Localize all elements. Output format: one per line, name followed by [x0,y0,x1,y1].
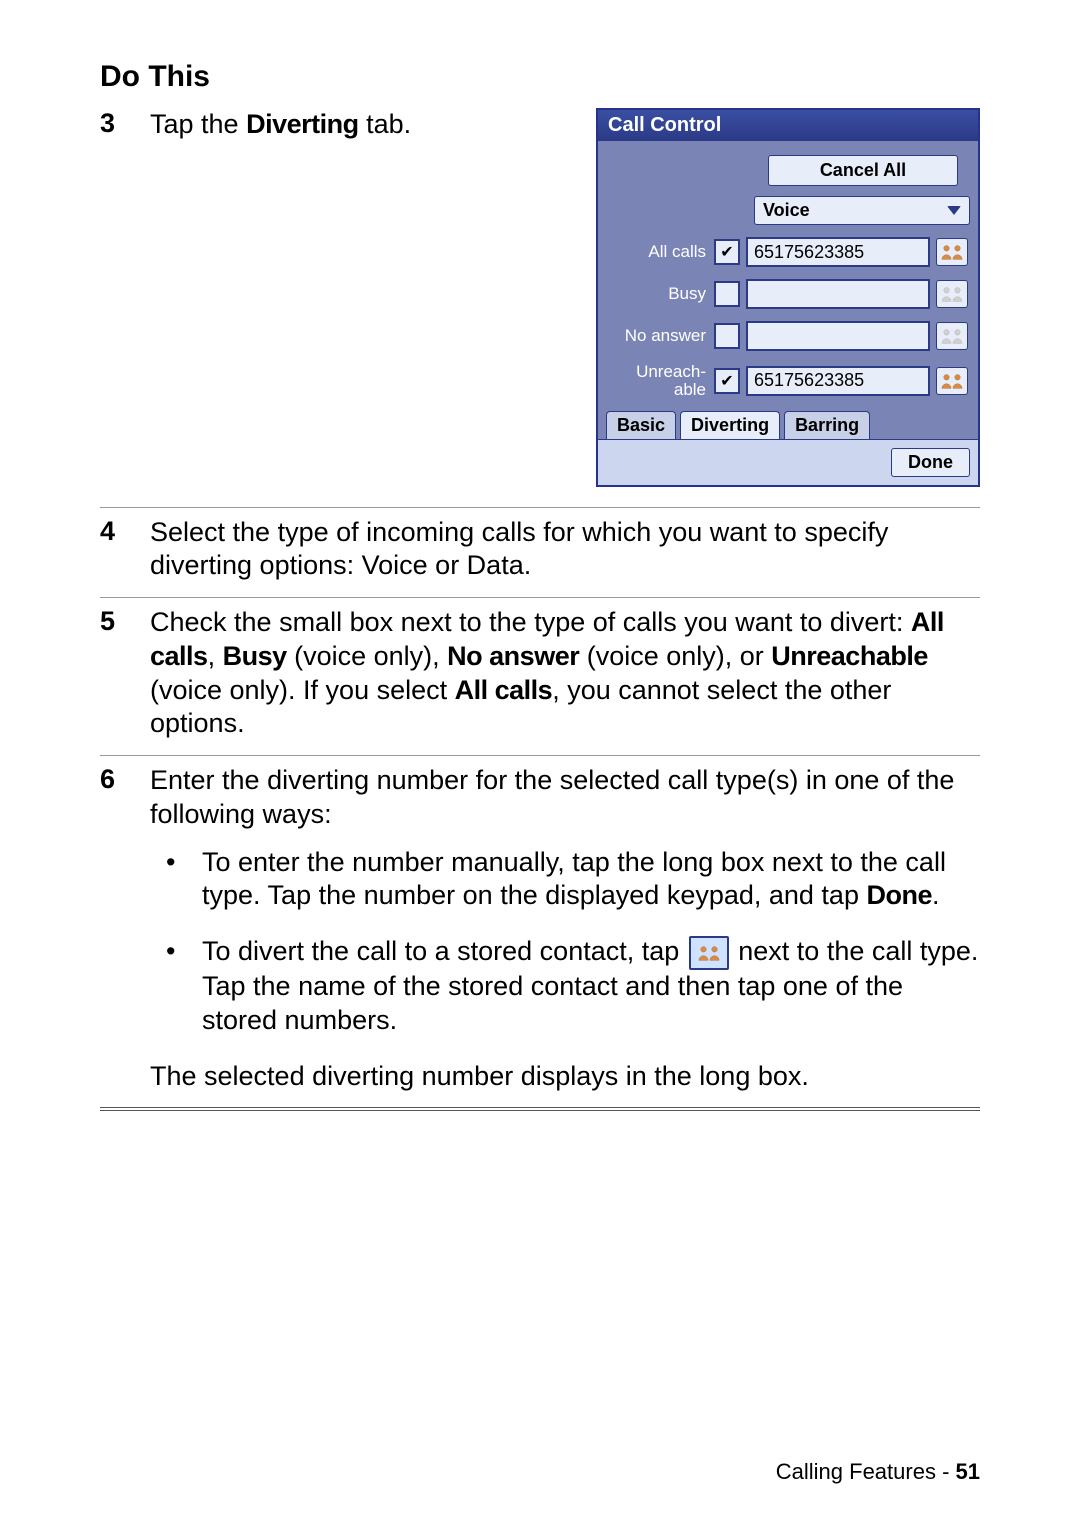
t: To enter the number manually, tap the lo… [202,847,946,911]
call-type-value: Voice [763,200,810,221]
step-body: Check the small box next to the type of … [150,606,980,741]
step-number: 4 [100,516,150,584]
section-heading: Do This [100,60,980,94]
step-number: 3 [100,108,150,493]
step6-conclusion: The selected diverting number displays i… [150,1060,980,1094]
step6-intro: Enter the diverting number for the selec… [150,765,954,829]
checkbox-unreachable[interactable]: ✔ [714,368,740,394]
t: (voice only), or [579,641,771,671]
t: , [208,641,223,671]
window-title: Call Control [598,110,978,141]
contacts-icon[interactable] [936,322,968,350]
step-4: 4 Select the type of incoming calls for … [100,508,980,599]
done-button[interactable]: Done [891,448,970,477]
step-number: 5 [100,606,150,741]
bullet-1: To enter the number manually, tap the lo… [166,846,980,914]
t: Done [866,880,932,910]
tabs: Basic Diverting Barring [598,411,978,439]
bullet-2: To divert the call to a stored contact, … [166,935,980,1037]
row-busy: Busy [608,279,968,309]
row-no-answer: No answer [608,321,968,351]
tab-basic[interactable]: Basic [606,411,676,439]
tab-diverting[interactable]: Diverting [680,411,780,439]
call-type-select[interactable]: Voice [754,196,970,225]
number-all-calls[interactable]: 65175623385 [746,237,930,267]
label-no-answer: No answer [608,327,714,345]
t: All calls [455,675,553,705]
chevron-down-icon [947,206,961,215]
number-busy[interactable] [746,279,930,309]
label-busy: Busy [608,285,714,303]
step-number: 6 [100,764,150,1093]
number-unreachable[interactable]: 65175623385 [746,366,930,396]
label-all-calls: All calls [608,243,714,261]
t: (voice only). If you select [150,675,455,705]
step-6: 6 Enter the diverting number for the sel… [100,756,980,1111]
page-footer: Calling Features - 51 [776,1459,980,1485]
call-control-screenshot: Call Control Cancel All Voice All calls … [596,108,980,487]
step3-text-b: tab. [359,109,412,139]
footer-section: Calling Features - [776,1459,956,1484]
step3-bold: Diverting [246,109,359,139]
step-body: Call Control Cancel All Voice All calls … [150,108,980,493]
checkbox-all-calls[interactable]: ✔ [714,239,740,265]
label-unreachable: Unreach- able [608,363,714,399]
step-3: 3 Call Control Cancel All Voice [100,100,980,508]
t: Unreachable [771,641,928,671]
row-unreachable: Unreach- able ✔ 65175623385 [608,363,968,399]
t: To divert the call to a stored contact, … [202,936,687,966]
contacts-icon[interactable] [936,238,968,266]
steps-table: 3 Call Control Cancel All Voice [100,100,980,1111]
checkbox-busy[interactable] [714,281,740,307]
step3-text-a: Tap the [150,109,246,139]
tab-barring[interactable]: Barring [784,411,870,439]
cancel-all-button[interactable]: Cancel All [768,155,958,186]
step-5: 5 Check the small box next to the type o… [100,598,980,756]
step-body: Select the type of incoming calls for wh… [150,516,980,584]
t: . [932,880,940,910]
t: Busy [223,641,287,671]
t: (voice only), [287,641,448,671]
step-body: Enter the diverting number for the selec… [150,764,980,1093]
contacts-icon[interactable] [936,280,968,308]
row-all-calls: All calls ✔ 65175623385 [608,237,968,267]
t: No answer [447,641,579,671]
checkbox-no-answer[interactable] [714,323,740,349]
page-number: 51 [956,1459,980,1484]
contacts-icon [689,936,729,970]
t: Check the small box next to the type of … [150,607,911,637]
contacts-icon[interactable] [936,367,968,395]
number-no-answer[interactable] [746,321,930,351]
